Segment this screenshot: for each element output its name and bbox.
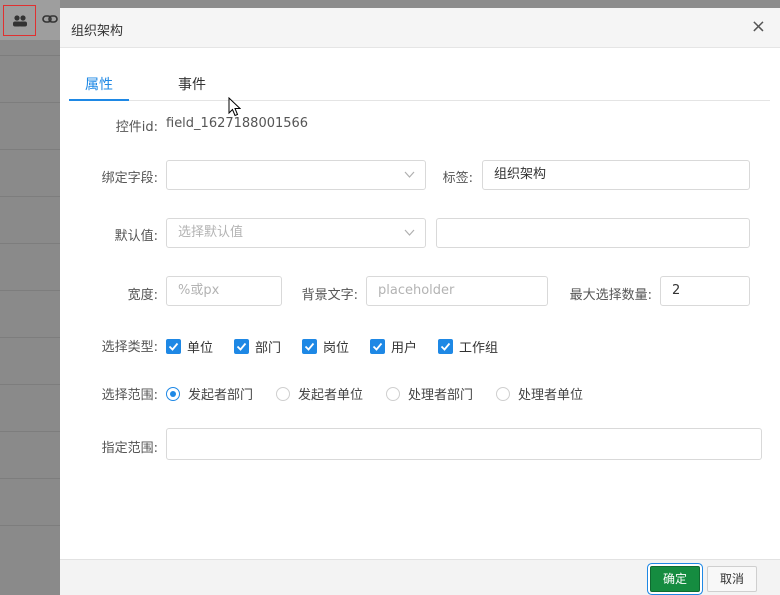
link-icon[interactable] (42, 14, 58, 24)
checkbox-department[interactable]: 部门 (234, 337, 282, 356)
radio-indicator (496, 386, 510, 401)
radio-initiator-unit[interactable]: 发起者单位 (276, 384, 364, 403)
default-value-label: 默认值: (114, 229, 158, 244)
org-chart-button[interactable] (3, 5, 36, 36)
checkbox-label: 工作组 (459, 341, 499, 356)
row-divider (0, 525, 60, 526)
org-chart-icon (12, 14, 27, 26)
cancel-button[interactable]: 取消 (707, 566, 757, 592)
chevron-down-icon (404, 219, 415, 247)
default-value-select[interactable]: 选择默认值 (166, 218, 426, 248)
tag-label: 标签: (442, 171, 473, 186)
row-divider (0, 243, 60, 244)
tag-input[interactable]: 组织架构 (482, 160, 750, 190)
row-divider (0, 337, 60, 338)
max-select-label: 最大选择数量: (569, 288, 652, 303)
radio-indicator (276, 386, 290, 401)
dialog-footer: 确定 取消 (60, 559, 780, 595)
active-tab-indicator (69, 99, 129, 101)
select-type-label: 选择类型: (101, 340, 158, 355)
checkbox-user[interactable]: 用户 (370, 337, 418, 356)
background-page (0, 0, 60, 595)
row-divider (0, 431, 60, 432)
checkbox-label: 用户 (391, 341, 418, 356)
close-icon[interactable]: × (751, 17, 766, 37)
checkbox-label: 单位 (187, 341, 214, 356)
control-id-value: field_1627188001566 (166, 116, 309, 131)
row-divider (0, 478, 60, 479)
dialog-header: 组织架构 × (60, 8, 780, 48)
background-text-label: 背景文字: (301, 288, 358, 303)
tab-bar: 属性 事件 (69, 70, 770, 101)
check-icon (166, 339, 181, 354)
max-select-input[interactable]: 2 (660, 276, 750, 306)
radio-handler-unit[interactable]: 处理者单位 (496, 384, 584, 403)
checkbox-label: 部门 (255, 341, 282, 356)
confirm-button[interactable]: 确定 (650, 566, 700, 592)
default-value-extra-input[interactable] (436, 218, 750, 248)
checkbox-unit[interactable]: 单位 (166, 337, 214, 356)
tab-events[interactable]: 事件 (178, 74, 206, 94)
radio-label: 处理者单位 (518, 388, 584, 403)
row-divider (0, 290, 60, 291)
checkbox-post[interactable]: 岗位 (302, 337, 350, 356)
check-icon (438, 339, 453, 354)
background-text-input[interactable]: placeholder (366, 276, 548, 306)
bind-field-label: 绑定字段: (101, 171, 158, 186)
width-label: 宽度: (127, 288, 158, 303)
select-range-label: 选择范围: (101, 388, 158, 403)
row-divider (0, 196, 60, 197)
radio-label: 发起者单位 (298, 388, 364, 403)
chevron-down-icon (404, 161, 415, 189)
tab-properties[interactable]: 属性 (85, 74, 113, 94)
row-divider (0, 55, 60, 56)
control-id-label: 控件id: (115, 120, 158, 135)
bind-field-select[interactable] (166, 160, 426, 190)
checkbox-workgroup[interactable]: 工作组 (438, 337, 499, 356)
default-value-placeholder: 选择默认值 (178, 225, 244, 240)
radio-label: 处理者部门 (408, 388, 474, 403)
checkbox-label: 岗位 (323, 341, 350, 356)
row-divider (0, 384, 60, 385)
org-structure-dialog: 组织架构 × 属性 事件 控件id: field_1627188001566 绑… (60, 8, 780, 595)
specify-range-label: 指定范围: (101, 441, 158, 456)
radio-indicator (386, 386, 400, 401)
specify-range-input[interactable] (166, 428, 762, 460)
dialog-title: 组织架构 (71, 24, 124, 39)
check-icon (370, 339, 385, 354)
radio-initiator-department[interactable]: 发起者部门 (166, 384, 254, 403)
check-icon (234, 339, 249, 354)
width-input[interactable]: %或px (166, 276, 282, 306)
mouse-cursor-icon (228, 97, 241, 117)
radio-label: 发起者部门 (188, 388, 254, 403)
check-icon (302, 339, 317, 354)
radio-indicator (166, 386, 180, 401)
row-divider (0, 102, 60, 103)
row-divider (0, 149, 60, 150)
radio-handler-department[interactable]: 处理者部门 (386, 384, 474, 403)
